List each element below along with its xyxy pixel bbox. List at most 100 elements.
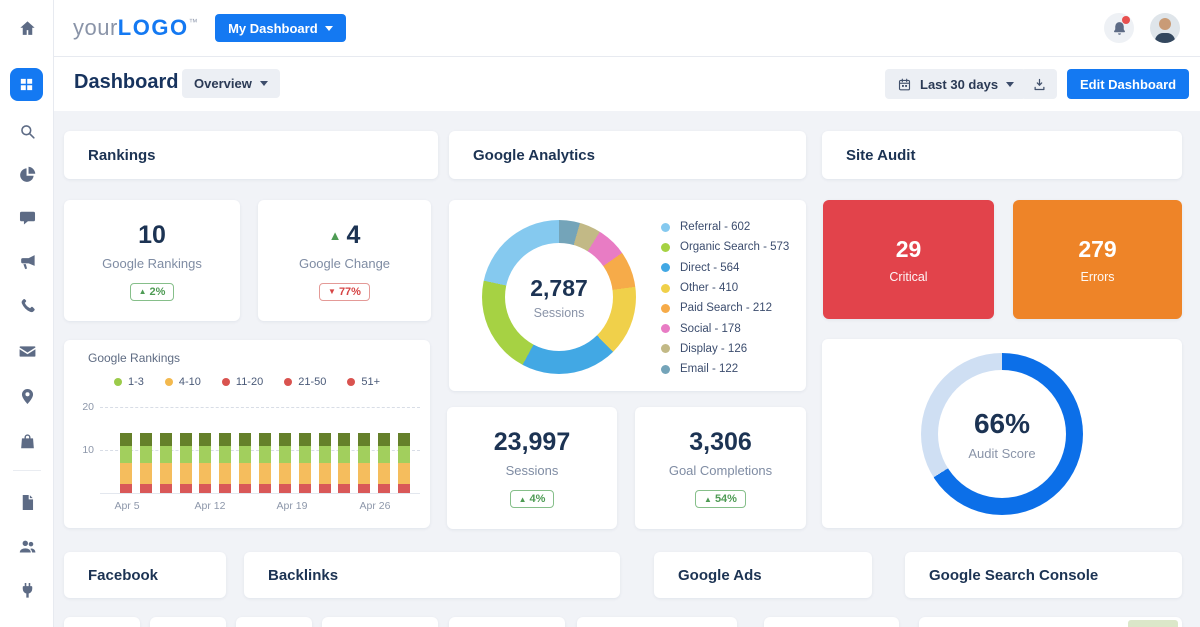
sidebar-item-chat[interactable] [15, 206, 39, 230]
google-analytics-section-card: Google Analytics [449, 131, 806, 179]
legend-dot [661, 344, 670, 353]
stat-value: ▲ 4 [329, 221, 361, 250]
my-dashboard-label: My Dashboard [228, 21, 318, 36]
up-arrow-icon: ▲ [704, 495, 712, 504]
up-arrow-icon: ▲ [329, 228, 342, 243]
donut-legend-item: Direct - 564 [661, 258, 789, 278]
partial-card [150, 617, 226, 627]
y-axis-tick: 20 [70, 401, 94, 413]
goal-completions-stat-card: 3,306 Goal Completions ▲ 54% [635, 407, 806, 529]
search-icon [18, 122, 37, 141]
stat-label: Sessions [506, 463, 559, 478]
bar-segment [140, 484, 152, 493]
stacked-bar [358, 433, 370, 493]
badge-text: 2% [150, 286, 166, 298]
bar-segment [358, 446, 370, 463]
audit-score-donut-chart: 66% Audit Score [921, 353, 1083, 515]
sidebar-item-phone[interactable] [15, 293, 39, 317]
view-selector-dropdown[interactable]: Overview [182, 69, 280, 98]
facebook-section-title: Facebook [64, 552, 226, 598]
critical-count: 29 [896, 236, 922, 263]
sidebar-item-users[interactable] [15, 534, 39, 558]
audit-score-card: 66% Audit Score [822, 339, 1182, 528]
stacked-bar [140, 433, 152, 493]
bar-segment [358, 463, 370, 485]
calendar-icon [897, 77, 912, 92]
legend-dot [661, 223, 670, 232]
bar-segment [140, 433, 152, 446]
bar-segment [259, 484, 271, 493]
errors-label: Errors [1080, 270, 1114, 284]
partial-card [236, 617, 312, 627]
sidebar-item-shopping-bag[interactable] [15, 429, 39, 453]
download-button[interactable] [1021, 69, 1057, 99]
partial-badge [1128, 620, 1178, 627]
sidebar-item-search[interactable] [15, 119, 39, 143]
home-icon [18, 19, 37, 38]
donut-legend-item: Display - 126 [661, 339, 789, 359]
stat-number: 4 [346, 221, 360, 250]
page-title: Dashboard [74, 71, 178, 94]
google-ads-section-title: Google Ads [654, 552, 872, 598]
title-bar: Dashboard Overview Last 30 days [54, 57, 1200, 111]
chevron-down-icon [260, 81, 268, 86]
view-selector-label: Overview [194, 76, 252, 91]
my-dashboard-button[interactable]: My Dashboard [215, 14, 346, 42]
bar-segment [378, 463, 390, 485]
bar-segment [219, 463, 231, 485]
badge-text: 54% [715, 493, 737, 505]
x-axis-line [100, 493, 420, 494]
partial-card [64, 617, 140, 627]
stat-label: Google Rankings [102, 256, 202, 271]
change-badge: ▲ 4% [510, 490, 555, 508]
sidebar-item-dashboard-grid[interactable] [10, 68, 43, 101]
bar-chart-plot: 2010Apr 5Apr 12Apr 19Apr 26 [64, 340, 430, 528]
sidebar-item-location[interactable] [15, 384, 39, 408]
up-arrow-icon: ▲ [139, 287, 147, 296]
donut-legend-item: Other - 410 [661, 278, 789, 298]
legend-dot [661, 365, 670, 374]
google-analytics-section-title: Google Analytics [449, 131, 806, 179]
y-axis-tick: 10 [70, 444, 94, 456]
legend-dot [661, 324, 670, 333]
sidebar-item-mail[interactable] [15, 339, 39, 363]
badge-text: 4% [530, 493, 546, 505]
gridline [100, 407, 420, 408]
sidebar-item-plug[interactable] [15, 578, 39, 602]
legend-dot [661, 243, 670, 252]
dashboard-grid-icon [18, 76, 35, 93]
bar-segment [338, 484, 350, 493]
date-range-dropdown[interactable]: Last 30 days [885, 69, 1026, 99]
sessions-donut-chart: 2,787 Sessions [482, 220, 636, 374]
bar-segment [378, 446, 390, 463]
stat-label: Google Change [299, 256, 390, 271]
bar-segment [378, 433, 390, 446]
sidebar-item-megaphone[interactable] [15, 249, 39, 273]
legend-label: Social - 178 [680, 323, 741, 335]
notifications-button[interactable] [1104, 13, 1134, 43]
stat-label: Goal Completions [669, 463, 772, 478]
bar-segment [319, 433, 331, 446]
x-axis-tick: Apr 19 [267, 500, 317, 512]
bar-segment [140, 463, 152, 485]
legend-dot [661, 304, 670, 313]
legend-label: Display - 126 [680, 343, 747, 355]
user-avatar[interactable] [1150, 13, 1180, 43]
bar-segment [120, 433, 132, 446]
sidebar-item-pie-chart[interactable] [15, 162, 39, 186]
brand-logo[interactable]: yourLOGO™ [73, 15, 198, 41]
sidebar-item-file[interactable] [15, 490, 39, 514]
bar-segment [299, 484, 311, 493]
bar-segment [160, 463, 172, 485]
edit-dashboard-button[interactable]: Edit Dashboard [1067, 69, 1189, 99]
stacked-bar [180, 433, 192, 493]
bar-segment [180, 484, 192, 493]
users-icon [18, 537, 37, 556]
bar-segment [259, 463, 271, 485]
audit-score-value: 66% [974, 408, 1030, 440]
logo-text-blue: LOGO [118, 15, 189, 41]
errors-count: 279 [1078, 236, 1116, 263]
backlinks-section-card: Backlinks [244, 552, 620, 598]
stacked-bar [338, 433, 350, 493]
sidebar-item-home[interactable] [15, 16, 39, 40]
